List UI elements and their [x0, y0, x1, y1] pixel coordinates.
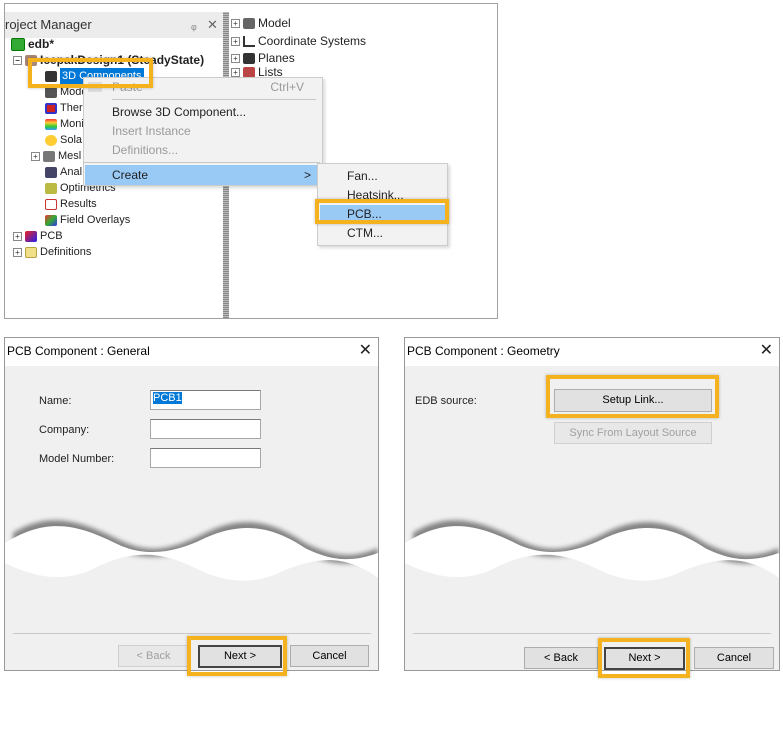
- tree-item-analysis[interactable]: Anal: [45, 164, 82, 180]
- tree-item-definitions[interactable]: + Definitions: [13, 244, 91, 260]
- model-icon: [45, 86, 57, 98]
- tree-item-coordinate-systems[interactable]: + Coordinate Systems: [231, 33, 366, 49]
- tree-item-model-root[interactable]: + Model: [231, 15, 291, 31]
- model-number-label: Model Number:: [39, 453, 115, 465]
- menu-item-create[interactable]: Create >: [85, 165, 321, 185]
- company-label: Company:: [39, 424, 90, 436]
- expand-icon[interactable]: +: [31, 151, 40, 161]
- tree-item-mesh[interactable]: + Mesl: [31, 148, 81, 164]
- highlight-pcb-menu-item: [315, 199, 449, 224]
- menu-item-browse-3d-component[interactable]: Browse 3D Component...: [112, 103, 246, 122]
- dialog-title-bar: PCB Component : General: [5, 338, 378, 366]
- project-manager-title-bar: roject Manager ᵩ ✕: [5, 12, 223, 38]
- tree-item-planes[interactable]: + Planes: [231, 50, 295, 66]
- back-button[interactable]: < Back: [118, 645, 189, 667]
- pcb-general-dialog: PCB Component : General ✕ Name: Company:…: [4, 337, 379, 671]
- tree-item-edb[interactable]: edb*: [11, 36, 54, 52]
- highlight-setup-link-button: [546, 375, 719, 418]
- field-overlays-icon: [45, 214, 57, 226]
- close-icon[interactable]: ✕: [359, 340, 372, 362]
- context-menu: Paste Ctrl+V Browse 3D Component... Inse…: [83, 77, 323, 186]
- torn-edge-graphic: [405, 520, 779, 581]
- chevron-right-icon: >: [303, 168, 311, 182]
- collapse-icon[interactable]: −: [13, 55, 22, 65]
- solar-icon: [45, 134, 57, 146]
- cancel-button[interactable]: Cancel: [290, 645, 369, 667]
- folder-icon: [25, 246, 37, 258]
- planes-icon: [243, 52, 255, 64]
- expand-icon[interactable]: +: [13, 231, 22, 241]
- torn-edge-graphic: [5, 520, 378, 581]
- thermal-icon: [45, 102, 57, 114]
- tree-item-solar[interactable]: Sola: [45, 132, 82, 148]
- mesh-icon: [43, 150, 55, 162]
- close-icon[interactable]: ✕: [207, 12, 218, 38]
- button-separator: [413, 633, 771, 634]
- results-icon: [45, 198, 57, 210]
- expand-icon[interactable]: +: [231, 36, 240, 46]
- lists-icon: [243, 67, 255, 77]
- name-input[interactable]: PCB1: [150, 390, 261, 410]
- pcb-icon: [25, 230, 37, 242]
- expand-icon[interactable]: +: [231, 53, 240, 63]
- model-icon: [243, 17, 255, 29]
- submenu-item-ctm[interactable]: CTM...: [347, 224, 383, 243]
- edb-source-label: EDB source:: [415, 395, 477, 407]
- close-icon[interactable]: ✕: [760, 340, 773, 362]
- axis-icon: [243, 35, 255, 47]
- expand-icon[interactable]: +: [231, 67, 240, 77]
- analysis-icon: [45, 166, 57, 178]
- tree-item-thermal[interactable]: Ther: [45, 100, 83, 116]
- menu-item-insert-instance[interactable]: Insert Instance: [112, 122, 191, 141]
- menu-separator: [84, 162, 320, 163]
- optimetrics-icon: [45, 182, 57, 194]
- tree-item-monitor[interactable]: Moni: [45, 116, 84, 132]
- monitor-icon: [45, 118, 57, 130]
- menu-item-definitions[interactable]: Definitions...: [112, 141, 178, 160]
- expand-icon[interactable]: +: [231, 18, 240, 28]
- expand-icon[interactable]: +: [13, 247, 22, 257]
- menu-separator: [112, 99, 316, 100]
- name-label: Name:: [39, 395, 72, 407]
- tree-item-pcb[interactable]: + PCB: [13, 228, 63, 244]
- tree-item-results[interactable]: Results: [45, 196, 97, 212]
- back-button[interactable]: < Back: [524, 647, 598, 669]
- sync-from-layout-source-button[interactable]: Sync From Layout Source: [554, 422, 712, 444]
- company-input[interactable]: [150, 419, 261, 439]
- tree-item-lists[interactable]: + Lists: [231, 67, 283, 77]
- panel-title: roject Manager: [5, 17, 92, 32]
- cancel-button[interactable]: Cancel: [694, 647, 774, 669]
- highlight-next-button: [598, 638, 690, 678]
- highlight-3d-components: [28, 58, 153, 88]
- model-number-input[interactable]: [150, 448, 261, 468]
- pin-icon[interactable]: ᵩ: [191, 12, 197, 38]
- highlight-next-button: [187, 636, 287, 676]
- submenu-item-fan[interactable]: Fan...: [347, 167, 378, 186]
- dialog-title-bar: PCB Component : Geometry: [405, 338, 779, 366]
- button-separator: [13, 633, 371, 634]
- tree-item-field-overlays[interactable]: Field Overlays: [45, 212, 130, 228]
- project-icon: [11, 37, 25, 51]
